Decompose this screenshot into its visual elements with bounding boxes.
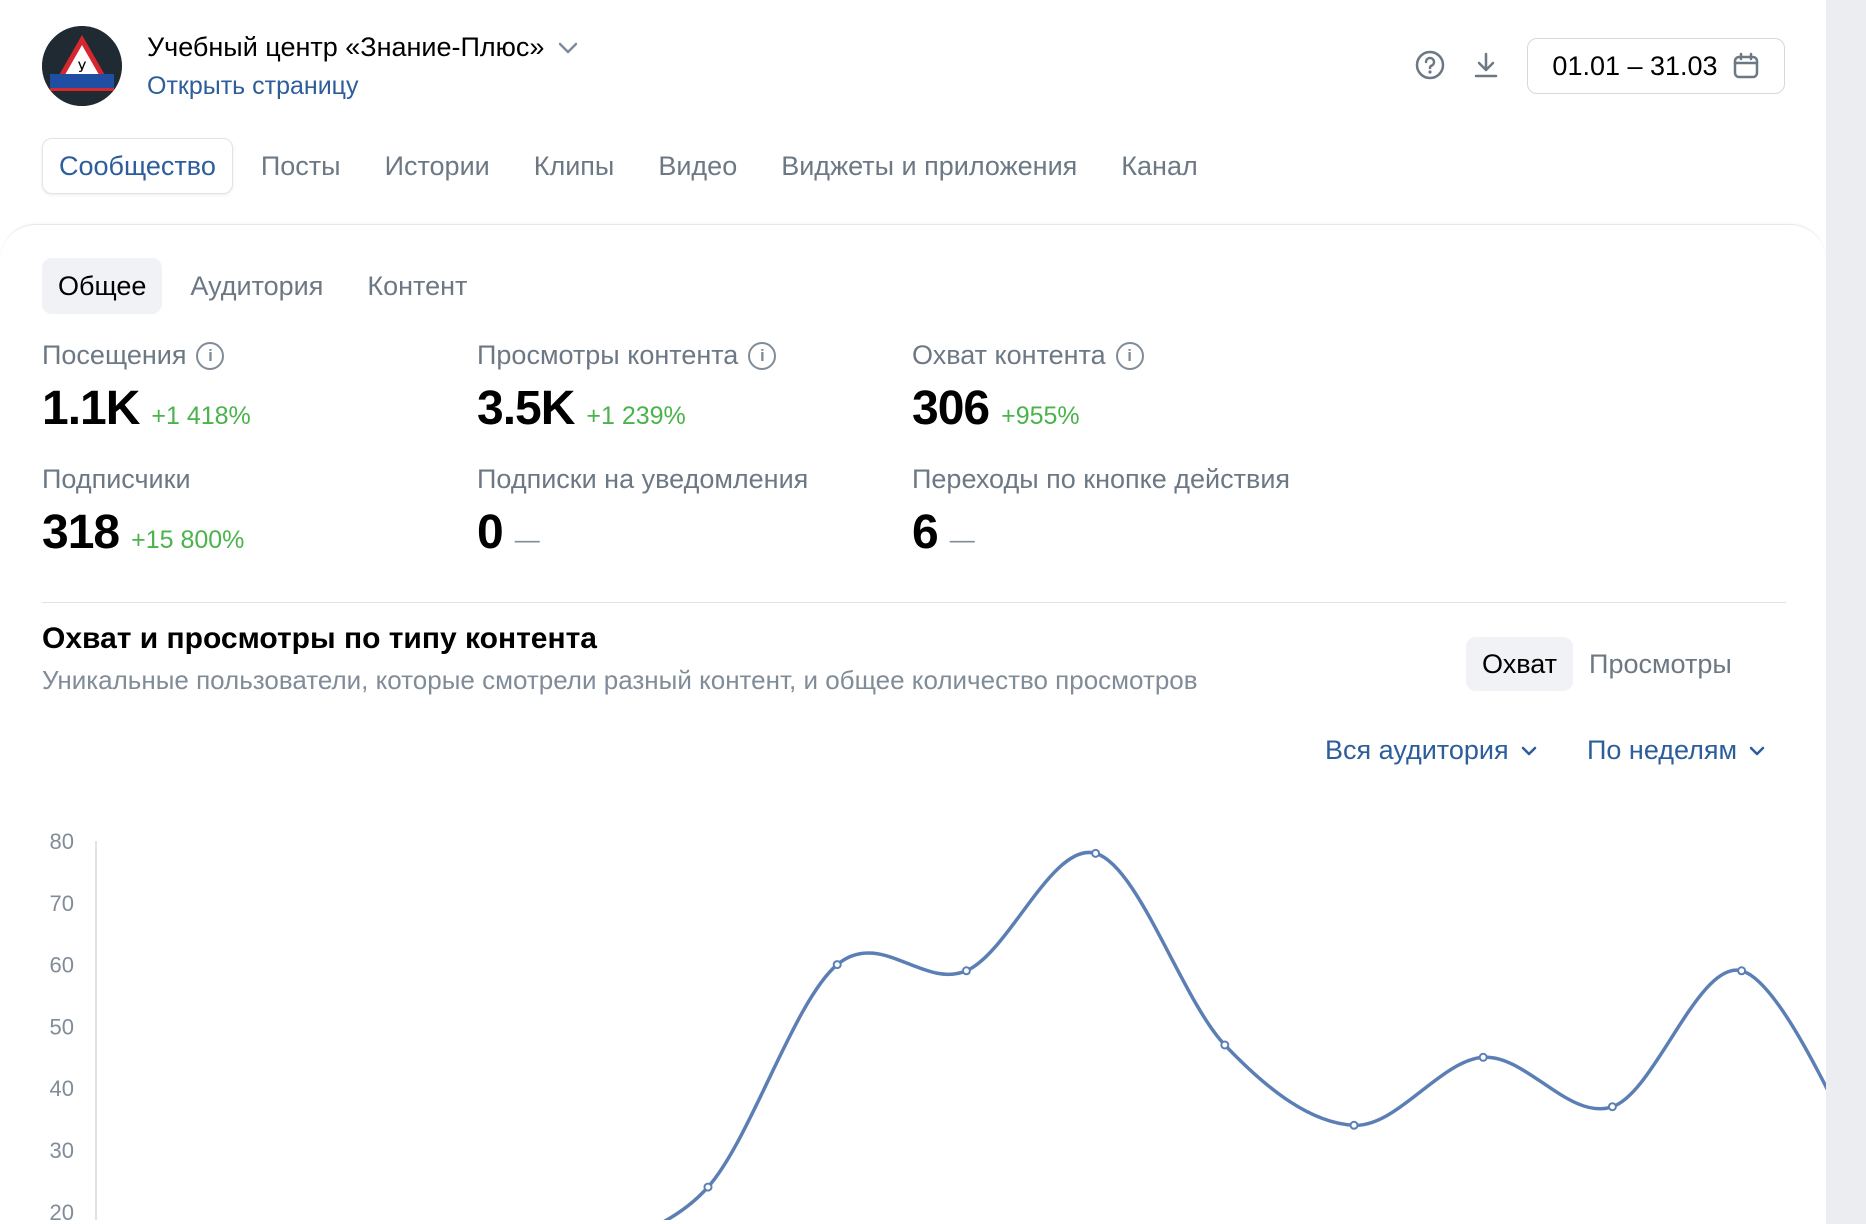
svg-text:У: У (78, 60, 87, 76)
main-tabs: Сообщество Посты Истории Клипы Видео Вид… (42, 138, 1220, 194)
group-name[interactable]: Учебный центр «Знание-Плюс» (147, 32, 578, 63)
open-page-link[interactable]: Открыть страницу (147, 72, 358, 101)
page: У Учебный центр «Знание-Плюс» Открыть ст… (0, 0, 1826, 1224)
tab-channel[interactable]: Канал (1099, 138, 1219, 194)
stat-label: Подписчики (42, 464, 191, 494)
stat-delta: — (949, 526, 975, 554)
section-subtitle: Уникальные пользователи, которые смотрел… (42, 665, 1198, 695)
help-icon[interactable] (1413, 48, 1447, 82)
stat-visits: Посещения i 1.1K +1 418% (42, 340, 251, 436)
y-tick-label: 80 (50, 829, 74, 854)
subtab-audience[interactable]: Аудитория (174, 258, 339, 314)
data-point[interactable] (1607, 1102, 1617, 1112)
chevron-down-icon (559, 42, 578, 53)
group-name-text: Учебный центр «Знание-Плюс» (147, 32, 545, 62)
group-avatar[interactable]: У (42, 26, 122, 106)
tab-video[interactable]: Видео (636, 138, 759, 194)
stat-subscribers: Подписчики 318 +15 800% (42, 464, 244, 560)
info-icon[interactable]: i (196, 341, 225, 370)
stat-delta: +955% (1001, 402, 1080, 430)
data-point[interactable] (961, 966, 971, 976)
group-logo-icon: У (42, 26, 122, 106)
stat-value: 306 (912, 382, 990, 435)
stat-delta: +1 418% (151, 402, 251, 430)
data-point[interactable] (1737, 966, 1747, 976)
data-point[interactable] (1478, 1052, 1488, 1062)
reach-line-chart: 80 70 60 50 40 30 20 (50, 829, 1826, 1220)
stat-content-reach: Охват контента i 306 +955% (912, 340, 1144, 436)
info-icon[interactable]: i (1115, 341, 1144, 370)
metric-switch: Охват Просмотры (1466, 637, 1748, 691)
section-title: Охват и просмотры по типу контента (42, 622, 597, 655)
stat-value: 3.5K (477, 382, 575, 435)
segment-reach[interactable]: Охват (1466, 637, 1574, 691)
stat-value: 6 (912, 506, 939, 559)
stat-value: 318 (42, 506, 120, 559)
calendar-icon (1733, 52, 1758, 79)
segment-views[interactable]: Просмотры (1573, 637, 1748, 691)
tab-clips[interactable]: Клипы (512, 138, 637, 194)
y-tick-label: 60 (50, 953, 74, 978)
chevron-down-icon (1521, 746, 1536, 755)
period-dropdown-label: По неделям (1587, 735, 1738, 765)
stat-label: Подписки на уведомления (477, 464, 809, 494)
sub-tabs: Общее Аудитория Контент (42, 258, 495, 314)
audience-dropdown[interactable]: Вся аудитория (1325, 735, 1537, 766)
y-tick-label: 50 (50, 1014, 74, 1039)
stat-content-views: Просмотры контента i 3.5K +1 239% (477, 340, 777, 436)
series-line (663, 850, 1826, 1220)
tab-community[interactable]: Сообщество (42, 138, 233, 194)
stat-delta: +1 239% (586, 402, 686, 430)
stat-label: Просмотры контента (477, 340, 739, 370)
tab-widgets[interactable]: Виджеты и приложения (759, 138, 1099, 194)
date-range-button[interactable]: 01.01 – 31.03 (1527, 38, 1785, 94)
chevron-down-icon (1749, 746, 1765, 755)
stat-label: Переходы по кнопке действия (912, 464, 1291, 494)
page-background (1826, 0, 1866, 1220)
stat-label: Посещения (42, 340, 187, 370)
stat-delta: +15 800% (131, 526, 245, 554)
y-tick-label: 40 (50, 1076, 74, 1101)
download-icon[interactable] (1469, 48, 1503, 82)
y-tick-label: 70 (50, 891, 74, 916)
data-point[interactable] (1091, 848, 1101, 858)
audience-dropdown-label: Вся аудитория (1325, 735, 1509, 765)
date-range-text: 01.01 – 31.03 (1552, 50, 1718, 81)
stat-label: Охват контента (912, 340, 1106, 370)
y-tick-label: 20 (50, 1200, 74, 1220)
info-icon[interactable]: i (748, 341, 777, 370)
stat-notification-subs: Подписки на уведомления 0 — (477, 464, 808, 560)
stat-value: 1.1K (42, 382, 140, 435)
stat-value: 0 (477, 506, 504, 559)
subtab-general[interactable]: Общее (42, 258, 163, 314)
period-dropdown[interactable]: По неделям (1587, 735, 1765, 766)
subtab-content[interactable]: Контент (351, 258, 483, 314)
tab-stories[interactable]: Истории (363, 138, 512, 194)
stat-action-button-clicks: Переходы по кнопке действия 6 — (912, 464, 1290, 560)
stat-delta: — (514, 526, 540, 554)
tab-posts[interactable]: Посты (239, 138, 363, 194)
data-point[interactable] (1220, 1040, 1230, 1050)
data-point[interactable] (1349, 1120, 1359, 1130)
data-point[interactable] (703, 1182, 713, 1192)
divider (42, 602, 1786, 603)
data-point[interactable] (832, 960, 842, 970)
y-tick-label: 30 (50, 1138, 74, 1163)
